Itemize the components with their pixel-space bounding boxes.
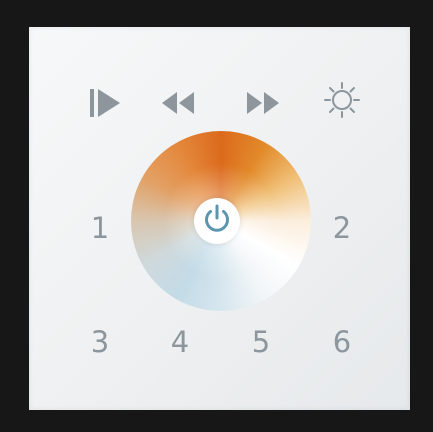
device-frame: 1 2 3 4 5 6	[0, 0, 433, 432]
fast-forward-icon	[244, 89, 282, 117]
rewind-button[interactable]	[158, 85, 198, 121]
play-button[interactable]	[87, 85, 123, 121]
power-button[interactable]	[194, 198, 240, 244]
scene-button-2[interactable]: 2	[322, 208, 362, 248]
brightness-button[interactable]	[322, 80, 362, 120]
scene-button-5[interactable]: 5	[241, 322, 281, 362]
scene-button-4[interactable]: 4	[160, 322, 200, 362]
rewind-icon	[159, 89, 197, 117]
fast-forward-button[interactable]	[243, 85, 283, 121]
scene-button-6[interactable]: 6	[322, 322, 362, 362]
scene-button-3[interactable]: 3	[80, 322, 120, 362]
scene-button-1[interactable]: 1	[80, 208, 120, 248]
sun-icon	[323, 81, 361, 119]
power-icon	[200, 202, 234, 241]
play-icon	[88, 87, 122, 119]
